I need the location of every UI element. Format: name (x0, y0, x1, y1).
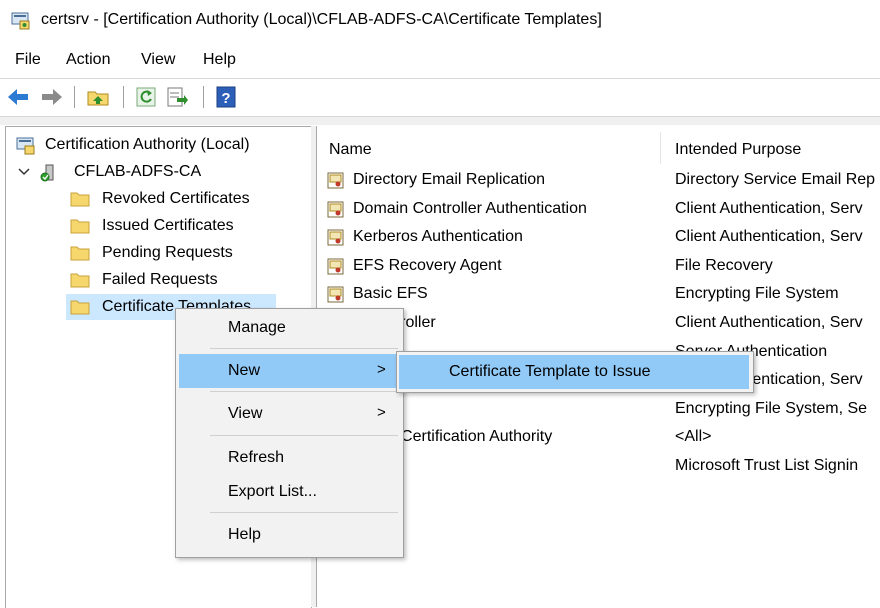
ca-server-icon (40, 164, 54, 182)
template-intended-purpose: Client Authentication, Serv (675, 228, 863, 246)
toolbar-separator (123, 86, 124, 108)
template-intended-purpose: <All> (675, 428, 712, 446)
context-menu-view[interactable]: View > (179, 397, 400, 431)
refresh-icon[interactable] (134, 85, 158, 109)
toolbar-separator (203, 86, 204, 108)
folder-icon (70, 273, 90, 288)
certificate-template-icon (327, 201, 344, 218)
menu-item-label: View (228, 405, 263, 422)
certificate-template-icon (327, 229, 344, 246)
context-menu-help[interactable]: Help (179, 518, 400, 552)
context-menu-new[interactable]: New > (179, 354, 400, 388)
template-intended-purpose: Encrypting File System, Se (675, 399, 868, 417)
menu-item-label: Certificate Template to Issue (449, 363, 651, 380)
menu-item-label: Refresh (228, 449, 285, 466)
tree-folder-label: Revoked Certificates (102, 190, 250, 207)
menu-item-label: Manage (228, 319, 286, 336)
context-menu-manage[interactable]: Manage (179, 311, 400, 345)
template-name: EFS Recovery Agent (353, 256, 502, 274)
template-intended-purpose: Client Authentication, Serv (675, 199, 863, 217)
menu-separator (210, 435, 398, 436)
folder-icon (70, 246, 90, 261)
submenu-arrow-icon: > (377, 404, 386, 421)
title-bar: certsrv - [Certification Authority (Loca… (0, 0, 880, 44)
template-intended-purpose: Microsoft Trust List Signin (675, 457, 859, 474)
window-title: certsrv - [Certification Authority (Loca… (41, 11, 602, 28)
export-list-icon[interactable] (165, 85, 189, 109)
template-name: Kerberos Authentication (353, 228, 523, 246)
submenu-arrow-icon: > (377, 361, 386, 378)
menu-separator (210, 391, 398, 392)
table-row[interactable]: Directory Email Replication Directory Ser… (317, 167, 880, 195)
table-row[interactable]: EFS Recovery Agent File Recovery (317, 253, 880, 281)
template-name: Domain Controller Authentication (353, 199, 587, 217)
menu-item-label: Export List... (228, 483, 317, 500)
chevron-down-icon[interactable] (18, 167, 30, 177)
menu-file[interactable]: File (15, 51, 41, 69)
table-row[interactable]: Kerberos Authentication Client Authentica… (317, 224, 880, 252)
certification-authority-icon (16, 137, 35, 155)
tree-ca-label: CFLAB-ADFS-CA (74, 163, 202, 180)
menu-separator (210, 348, 398, 349)
template-intended-purpose: Encrypting File System (675, 285, 839, 303)
folder-icon (70, 300, 90, 315)
new-submenu: Certificate Template to Issue (396, 351, 754, 393)
forward-icon[interactable] (40, 85, 64, 109)
certificate-template-icon (327, 286, 344, 303)
help-icon[interactable]: ? (214, 85, 238, 109)
menu-item-label: Help (228, 526, 261, 543)
context-menu-refresh[interactable]: Refresh (179, 441, 400, 475)
table-row[interactable]: Domain Controller Authentication Client A… (317, 196, 880, 224)
template-name: Directory Email Replication (353, 171, 546, 188)
menu-action[interactable]: Action (66, 51, 110, 69)
menu-view[interactable]: View (141, 51, 175, 69)
menu-item-label: New (228, 362, 261, 379)
context-menu: Manage New > View > Refresh Export List.… (175, 308, 404, 558)
tree-folder-label: Failed Requests (102, 271, 218, 288)
template-intended-purpose: File Recovery (675, 256, 773, 274)
context-menu-export-list[interactable]: Export List... (179, 475, 400, 509)
tree-root-label: Certification Authority (Local) (45, 136, 250, 153)
tree-folder-label: Issued Certificates (102, 217, 234, 234)
certsrv-app-icon (11, 12, 30, 30)
certificate-template-icon (327, 258, 344, 275)
folder-icon (70, 192, 90, 207)
toolbar-divider (0, 116, 880, 125)
table-row[interactable]: Basic EFS Encrypting File System (317, 281, 880, 309)
template-intended-purpose: Client Authentication, Serv (675, 314, 863, 331)
column-header-label: Intended Purpose (675, 141, 802, 158)
svg-text:?: ? (221, 90, 230, 107)
template-intended-purpose: Directory Service Email Rep (675, 171, 876, 188)
menu-bar: File Action View Help (0, 44, 880, 79)
submenu-certificate-template-to-issue[interactable]: Certificate Template to Issue (399, 355, 749, 389)
menu-help[interactable]: Help (203, 51, 236, 69)
toolbar-separator (74, 86, 75, 108)
tree-folder-label: Pending Requests (102, 244, 233, 261)
folder-icon (70, 219, 90, 234)
certificate-template-icon (327, 172, 344, 189)
template-name: Basic EFS (353, 285, 428, 303)
column-header-label: Name (329, 141, 372, 158)
up-folder-icon[interactable] (86, 85, 110, 109)
column-header-name[interactable]: Name (317, 132, 660, 168)
back-icon[interactable] (6, 85, 30, 109)
menu-separator (210, 512, 398, 513)
toolbar: ? (0, 79, 880, 115)
column-header-purpose[interactable]: Intended Purpose (661, 132, 880, 168)
